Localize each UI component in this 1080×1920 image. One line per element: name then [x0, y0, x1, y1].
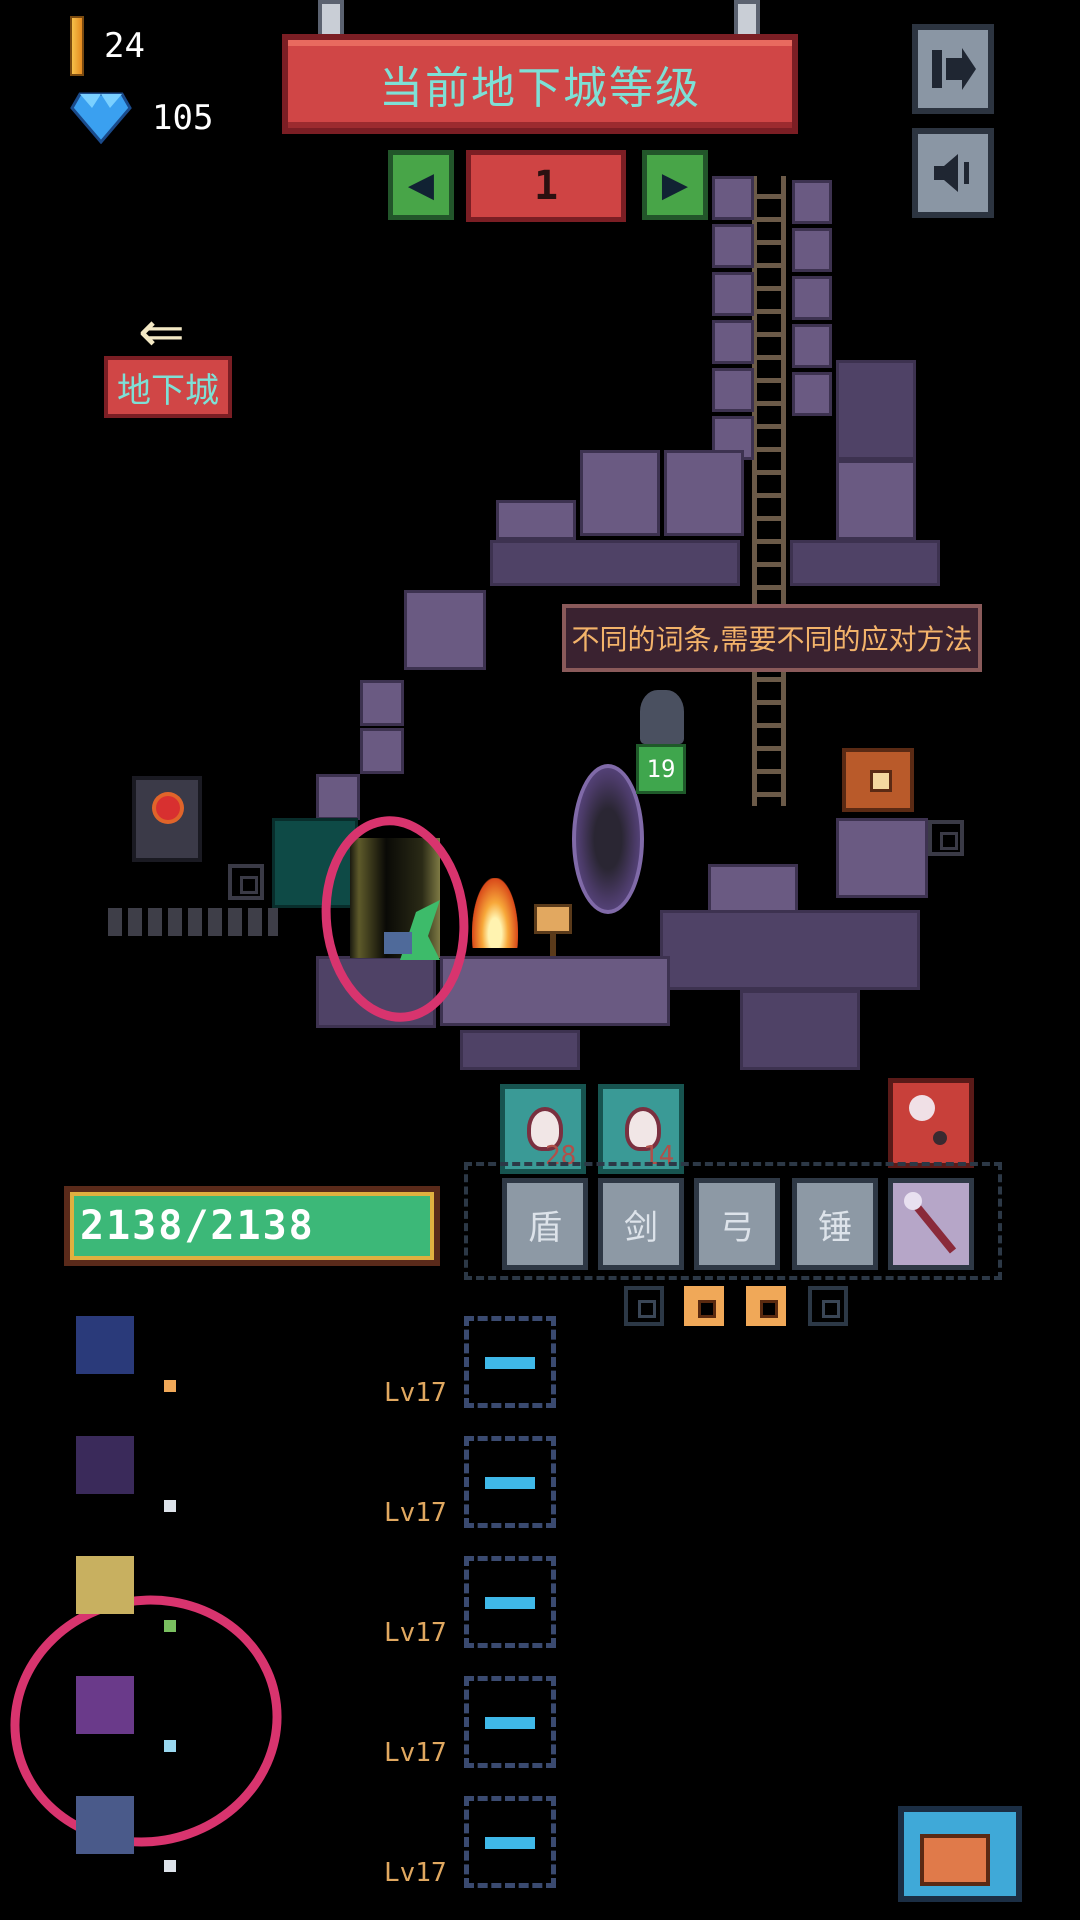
skill-equip-slot[interactable]: [464, 1316, 556, 1408]
inventory-button[interactable]: [898, 1806, 1022, 1902]
portal[interactable]: [572, 764, 644, 914]
weapon-staff-button[interactable]: [888, 1178, 974, 1270]
weapon-shield-button[interactable]: 盾: [502, 1178, 588, 1270]
hint-tooltip: 不同的词条,需要不同的应对方法: [562, 604, 982, 672]
exit-button[interactable]: [912, 24, 994, 114]
level-value: 1: [466, 150, 626, 222]
skill-level: Lv17: [384, 1378, 447, 1408]
annotation-circle: [0, 1570, 306, 1872]
gem-socket-filled[interactable]: [746, 1286, 786, 1326]
gem-counter: 105: [70, 92, 213, 144]
skill-level: Lv17: [384, 1498, 447, 1528]
shrine-altar[interactable]: [132, 776, 202, 862]
skill-level: Lv17: [384, 1858, 447, 1888]
weapon-label: 盾: [528, 1207, 562, 1248]
wall-block: [228, 864, 264, 900]
staff-weapon-slot[interactable]: [888, 1078, 974, 1168]
signpost-pole: [550, 934, 556, 956]
dungeon-button-label: 地下城: [117, 370, 219, 411]
skill-rarity-pip: [164, 1740, 176, 1752]
skill-equip-slot[interactable]: [464, 1556, 556, 1648]
exit-icon: [932, 48, 976, 90]
staff-icon: [904, 1192, 957, 1254]
weapon-bow-button[interactable]: 弓: [694, 1178, 780, 1270]
gem-amount: 105: [152, 98, 214, 138]
level-prev-button[interactable]: ◀: [388, 150, 454, 220]
companion-level-badge: 19: [636, 744, 686, 794]
chain: [108, 908, 278, 936]
chevron-left-icon: ◀: [407, 165, 435, 205]
skill-equip-slot[interactable]: [464, 1436, 556, 1528]
potion-slot[interactable]: 14: [598, 1084, 684, 1174]
dungeon-button[interactable]: 地下城: [104, 356, 232, 418]
treasure-chest[interactable]: [842, 748, 914, 812]
ladder: [752, 176, 786, 806]
campfire[interactable]: [472, 878, 518, 948]
weapon-sword-button[interactable]: 剑: [598, 1178, 684, 1270]
companion-cat[interactable]: [640, 690, 684, 744]
skill-rarity-pip: [164, 1860, 176, 1872]
banner-title: 当前地下城等级: [379, 63, 701, 114]
gem-socket[interactable]: [808, 1286, 848, 1326]
weapon-label: 锤: [818, 1207, 852, 1248]
gem-socket-filled[interactable]: [684, 1286, 724, 1326]
weapon-label: 弓: [720, 1207, 754, 1248]
sound-icon: [934, 154, 969, 192]
hp-bar: 2138/2138: [64, 1186, 440, 1266]
gem-icon: [70, 92, 132, 144]
chevron-right-icon: ▶: [661, 165, 689, 205]
skill-equip-slot[interactable]: [464, 1796, 556, 1888]
dungeon-level-banner: 当前地下城等级: [282, 34, 798, 134]
skill-level: Lv17: [384, 1738, 447, 1768]
weapon-hammer-button[interactable]: 锤: [792, 1178, 878, 1270]
level-next-button[interactable]: ▶: [642, 150, 708, 220]
skill-icon[interactable]: [76, 1556, 134, 1614]
skill-rarity-pip: [164, 1500, 176, 1512]
weapon-label: 剑: [624, 1207, 658, 1248]
gold-icon: [70, 16, 84, 76]
potion-slot[interactable]: 28: [500, 1084, 586, 1174]
skill-rarity-pip: [164, 1620, 176, 1632]
skill-equip-slot[interactable]: [464, 1676, 556, 1768]
skill-rarity-pip: [164, 1380, 176, 1392]
hint-text: 不同的词条,需要不同的应对方法: [571, 623, 973, 656]
skill-icon[interactable]: [76, 1796, 134, 1854]
gem-socket[interactable]: [624, 1286, 664, 1326]
wall-block: [928, 820, 964, 856]
skill-level: Lv17: [384, 1618, 447, 1648]
skill-icon[interactable]: [76, 1676, 134, 1734]
gold-counter: 24: [70, 16, 145, 76]
hp-text: 2138/2138: [80, 1203, 315, 1249]
skill-icon[interactable]: [76, 1436, 134, 1494]
gold-amount: 24: [104, 26, 145, 66]
skill-icon[interactable]: [76, 1316, 134, 1374]
sound-button[interactable]: [912, 128, 994, 218]
signpost[interactable]: [534, 904, 572, 934]
